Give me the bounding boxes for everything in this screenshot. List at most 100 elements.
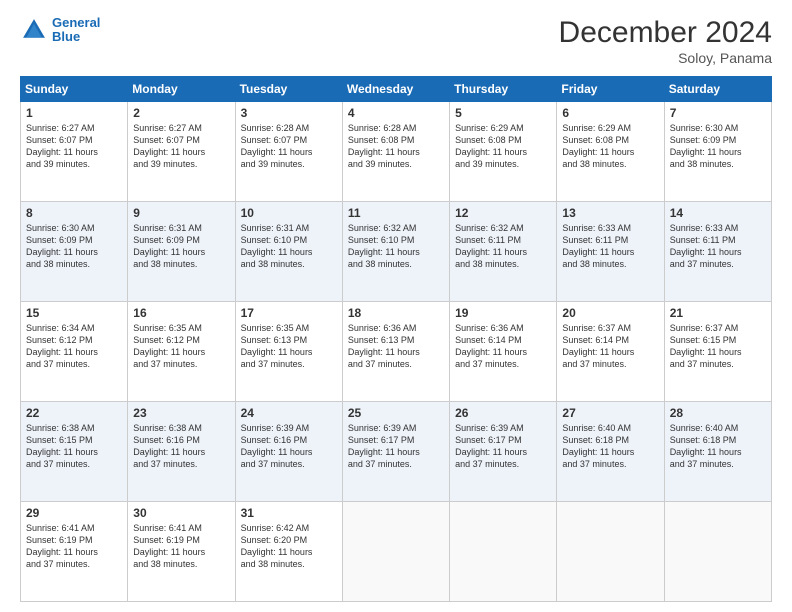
day-number: 2 [133, 106, 229, 120]
day-number: 17 [241, 306, 337, 320]
calendar-cell [557, 502, 664, 602]
day-info: Sunrise: 6:35 AM Sunset: 6:13 PM Dayligh… [241, 322, 337, 371]
calendar-cell: 31 Sunrise: 6:42 AM Sunset: 6:20 PM Dayli… [235, 502, 342, 602]
calendar-cell [342, 502, 449, 602]
logo-blue: Blue [52, 29, 80, 44]
day-info: Sunrise: 6:39 AM Sunset: 6:17 PM Dayligh… [455, 422, 551, 471]
day-number: 23 [133, 406, 229, 420]
day-number: 18 [348, 306, 444, 320]
day-info: Sunrise: 6:31 AM Sunset: 6:10 PM Dayligh… [241, 222, 337, 271]
weekday-header-friday: Friday [557, 77, 664, 102]
day-number: 7 [670, 106, 766, 120]
day-info: Sunrise: 6:29 AM Sunset: 6:08 PM Dayligh… [455, 122, 551, 171]
day-info: Sunrise: 6:27 AM Sunset: 6:07 PM Dayligh… [26, 122, 122, 171]
day-info: Sunrise: 6:37 AM Sunset: 6:15 PM Dayligh… [670, 322, 766, 371]
day-number: 26 [455, 406, 551, 420]
location: Soloy, Panama [559, 50, 772, 66]
calendar-cell: 14 Sunrise: 6:33 AM Sunset: 6:11 PM Dayli… [664, 202, 771, 302]
calendar-cell: 4 Sunrise: 6:28 AM Sunset: 6:08 PM Daylig… [342, 102, 449, 202]
weekday-header-monday: Monday [128, 77, 235, 102]
day-info: Sunrise: 6:33 AM Sunset: 6:11 PM Dayligh… [562, 222, 658, 271]
calendar-cell: 10Sunrise: 6:31 AM Sunset: 6:10 PM Dayli… [235, 202, 342, 302]
weekday-header-saturday: Saturday [664, 77, 771, 102]
day-info: Sunrise: 6:30 AM Sunset: 6:09 PM Dayligh… [26, 222, 122, 271]
day-number: 1 [26, 106, 122, 120]
day-info: Sunrise: 6:34 AM Sunset: 6:12 PM Dayligh… [26, 322, 122, 371]
day-number: 5 [455, 106, 551, 120]
day-info: Sunrise: 6:40 AM Sunset: 6:18 PM Dayligh… [562, 422, 658, 471]
day-info: Sunrise: 6:36 AM Sunset: 6:13 PM Dayligh… [348, 322, 444, 371]
day-info: Sunrise: 6:29 AM Sunset: 6:08 PM Dayligh… [562, 122, 658, 171]
logo-general: General [52, 15, 100, 30]
day-info: Sunrise: 6:27 AM Sunset: 6:07 PM Dayligh… [133, 122, 229, 171]
day-number: 3 [241, 106, 337, 120]
day-info: Sunrise: 6:35 AM Sunset: 6:12 PM Dayligh… [133, 322, 229, 371]
day-info: Sunrise: 6:28 AM Sunset: 6:08 PM Dayligh… [348, 122, 444, 171]
weekday-header-thursday: Thursday [450, 77, 557, 102]
calendar-week-1: 1 Sunrise: 6:27 AM Sunset: 6:07 PM Daylig… [21, 102, 772, 202]
calendar-cell: 1 Sunrise: 6:27 AM Sunset: 6:07 PM Daylig… [21, 102, 128, 202]
calendar-cell: 8Sunrise: 6:30 AM Sunset: 6:09 PM Daylig… [21, 202, 128, 302]
calendar-cell: 9 Sunrise: 6:31 AM Sunset: 6:09 PM Daylig… [128, 202, 235, 302]
day-number: 25 [348, 406, 444, 420]
day-info: Sunrise: 6:33 AM Sunset: 6:11 PM Dayligh… [670, 222, 766, 271]
day-number: 13 [562, 206, 658, 220]
calendar-cell: 16 Sunrise: 6:35 AM Sunset: 6:12 PM Dayli… [128, 302, 235, 402]
calendar-cell: 26 Sunrise: 6:39 AM Sunset: 6:17 PM Dayli… [450, 402, 557, 502]
calendar-week-5: 29 Sunrise: 6:41 AM Sunset: 6:19 PM Dayli… [21, 502, 772, 602]
day-number: 14 [670, 206, 766, 220]
calendar-cell: 20 Sunrise: 6:37 AM Sunset: 6:14 PM Dayli… [557, 302, 664, 402]
day-number: 30 [133, 506, 229, 520]
calendar-cell: 15 Sunrise: 6:34 AM Sunset: 6:12 PM Dayli… [21, 302, 128, 402]
calendar-cell: 30Sunrise: 6:41 AM Sunset: 6:19 PM Dayli… [128, 502, 235, 602]
day-number: 15 [26, 306, 122, 320]
day-number: 16 [133, 306, 229, 320]
logo: General Blue [20, 16, 100, 45]
calendar-cell: 3 Sunrise: 6:28 AM Sunset: 6:07 PM Daylig… [235, 102, 342, 202]
day-info: Sunrise: 6:41 AM Sunset: 6:19 PM Dayligh… [26, 522, 122, 571]
calendar-cell: 29 Sunrise: 6:41 AM Sunset: 6:19 PM Dayli… [21, 502, 128, 602]
day-number: 20 [562, 306, 658, 320]
calendar-cell: 11Sunrise: 6:32 AM Sunset: 6:10 PM Dayli… [342, 202, 449, 302]
day-number: 21 [670, 306, 766, 320]
calendar-cell: 27Sunrise: 6:40 AM Sunset: 6:18 PM Dayli… [557, 402, 664, 502]
day-number: 29 [26, 506, 122, 520]
calendar-week-2: 8Sunrise: 6:30 AM Sunset: 6:09 PM Daylig… [21, 202, 772, 302]
calendar-table: SundayMondayTuesdayWednesdayThursdayFrid… [20, 76, 772, 602]
weekday-header-row: SundayMondayTuesdayWednesdayThursdayFrid… [21, 77, 772, 102]
calendar-cell: 28 Sunrise: 6:40 AM Sunset: 6:18 PM Dayli… [664, 402, 771, 502]
day-info: Sunrise: 6:32 AM Sunset: 6:11 PM Dayligh… [455, 222, 551, 271]
day-info: Sunrise: 6:31 AM Sunset: 6:09 PM Dayligh… [133, 222, 229, 271]
day-info: Sunrise: 6:30 AM Sunset: 6:09 PM Dayligh… [670, 122, 766, 171]
calendar-cell: 17 Sunrise: 6:35 AM Sunset: 6:13 PM Dayli… [235, 302, 342, 402]
day-number: 9 [133, 206, 229, 220]
calendar-week-3: 15 Sunrise: 6:34 AM Sunset: 6:12 PM Dayli… [21, 302, 772, 402]
calendar-cell: 23Sunrise: 6:38 AM Sunset: 6:16 PM Dayli… [128, 402, 235, 502]
day-info: Sunrise: 6:42 AM Sunset: 6:20 PM Dayligh… [241, 522, 337, 571]
day-info: Sunrise: 6:32 AM Sunset: 6:10 PM Dayligh… [348, 222, 444, 271]
day-number: 4 [348, 106, 444, 120]
day-number: 24 [241, 406, 337, 420]
calendar-body: 1 Sunrise: 6:27 AM Sunset: 6:07 PM Daylig… [21, 102, 772, 602]
day-number: 19 [455, 306, 551, 320]
day-info: Sunrise: 6:38 AM Sunset: 6:15 PM Dayligh… [26, 422, 122, 471]
day-info: Sunrise: 6:40 AM Sunset: 6:18 PM Dayligh… [670, 422, 766, 471]
day-number: 6 [562, 106, 658, 120]
calendar-cell [450, 502, 557, 602]
day-number: 31 [241, 506, 337, 520]
weekday-header-tuesday: Tuesday [235, 77, 342, 102]
logo-icon [20, 16, 48, 44]
calendar-week-4: 22 Sunrise: 6:38 AM Sunset: 6:15 PM Dayli… [21, 402, 772, 502]
logo-text: General Blue [52, 16, 100, 45]
day-info: Sunrise: 6:28 AM Sunset: 6:07 PM Dayligh… [241, 122, 337, 171]
calendar-cell: 22 Sunrise: 6:38 AM Sunset: 6:15 PM Dayli… [21, 402, 128, 502]
calendar-cell: 7 Sunrise: 6:30 AM Sunset: 6:09 PM Daylig… [664, 102, 771, 202]
calendar-cell: 19Sunrise: 6:36 AM Sunset: 6:14 PM Dayli… [450, 302, 557, 402]
calendar-cell: 18 Sunrise: 6:36 AM Sunset: 6:13 PM Dayli… [342, 302, 449, 402]
day-number: 22 [26, 406, 122, 420]
day-info: Sunrise: 6:37 AM Sunset: 6:14 PM Dayligh… [562, 322, 658, 371]
day-number: 12 [455, 206, 551, 220]
weekday-header-wednesday: Wednesday [342, 77, 449, 102]
day-number: 28 [670, 406, 766, 420]
calendar-cell: 2 Sunrise: 6:27 AM Sunset: 6:07 PM Daylig… [128, 102, 235, 202]
